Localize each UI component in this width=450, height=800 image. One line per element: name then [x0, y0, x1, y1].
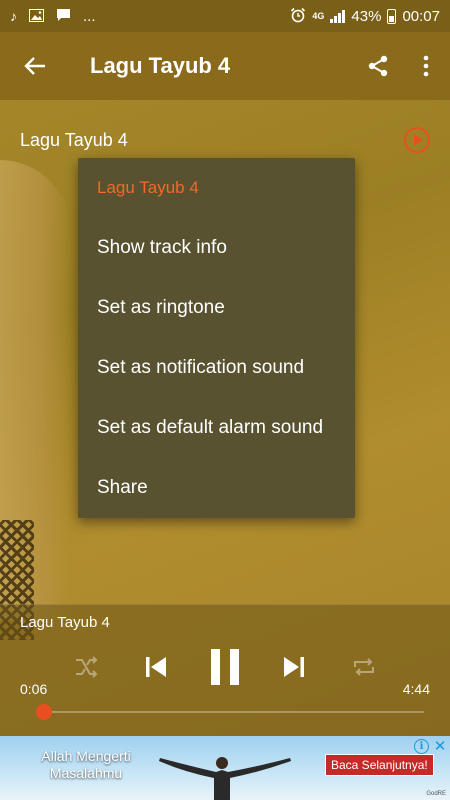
total-time: 4:44	[402, 681, 430, 697]
message-icon	[56, 8, 71, 24]
battery-percent: 43%	[351, 7, 382, 25]
ad-person-image	[159, 757, 291, 800]
notification-icons: ♪ ...	[10, 8, 290, 25]
battery-icon	[387, 8, 397, 24]
shuffle-button[interactable]	[66, 645, 106, 689]
more-notifications: ...	[83, 7, 96, 25]
signal-icon	[330, 9, 346, 23]
menu-header: Lagu Tayub 4	[97, 178, 199, 197]
music-note-icon: ♪	[10, 8, 17, 24]
back-button[interactable]	[0, 32, 70, 100]
pause-button[interactable]	[203, 645, 247, 689]
player-panel: Lagu Tayub 4 0:06 4:44	[0, 604, 450, 736]
menu-item-show-track-info[interactable]: Show track info	[78, 218, 355, 278]
menu-item-share[interactable]: Share	[78, 458, 355, 518]
repeat-icon	[354, 658, 374, 676]
current-time: 0:06	[20, 681, 48, 697]
shuffle-icon	[76, 656, 98, 678]
next-icon	[284, 657, 304, 677]
ad-headline: Allah Mengerti Masalahmu	[41, 748, 131, 781]
ad-cta-button[interactable]: Baca Selanjutnya!	[325, 754, 434, 776]
next-button[interactable]	[274, 645, 314, 689]
ad-badge: GodRE	[426, 791, 446, 797]
ad-info-icon[interactable]: i	[414, 739, 429, 754]
menu-item-set-alarm[interactable]: Set as default alarm sound	[78, 398, 355, 458]
ad-banner[interactable]: Allah Mengerti Masalahmu Baca Selanjutny…	[0, 736, 450, 800]
clock: 00:07	[402, 7, 440, 25]
network-type: 4G	[312, 11, 325, 21]
play-circle-icon[interactable]	[404, 127, 430, 153]
ad-close-icon[interactable]: ✕	[432, 737, 448, 755]
repeat-button[interactable]	[344, 645, 384, 689]
menu-item-set-ringtone[interactable]: Set as ringtone	[78, 278, 355, 338]
track-list-item[interactable]: Lagu Tayub 4	[0, 120, 450, 160]
seek-bar[interactable]	[36, 704, 424, 720]
more-options-button[interactable]	[402, 32, 450, 100]
page-title: Lagu Tayub 4	[90, 53, 231, 78]
now-playing-title: Lagu Tayub 4	[20, 614, 110, 631]
context-menu: Lagu Tayub 4 Show track info Set as ring…	[78, 158, 355, 518]
more-vert-icon	[423, 55, 429, 77]
playback-controls	[0, 645, 450, 689]
previous-button[interactable]	[136, 645, 176, 689]
alarm-icon	[290, 7, 306, 25]
app-bar: Lagu Tayub 4	[0, 32, 450, 100]
seek-bar-thumb[interactable]	[36, 704, 53, 720]
share-button[interactable]	[354, 32, 402, 100]
menu-item-set-notification[interactable]: Set as notification sound	[78, 338, 355, 398]
image-icon	[29, 8, 44, 24]
status-bar: ♪ ... 4G 43% 00:07	[0, 0, 450, 32]
back-arrow-icon	[24, 57, 45, 75]
pause-icon	[211, 649, 239, 685]
track-title: Lagu Tayub 4	[20, 129, 128, 150]
share-icon	[368, 55, 388, 77]
previous-icon	[146, 657, 166, 677]
